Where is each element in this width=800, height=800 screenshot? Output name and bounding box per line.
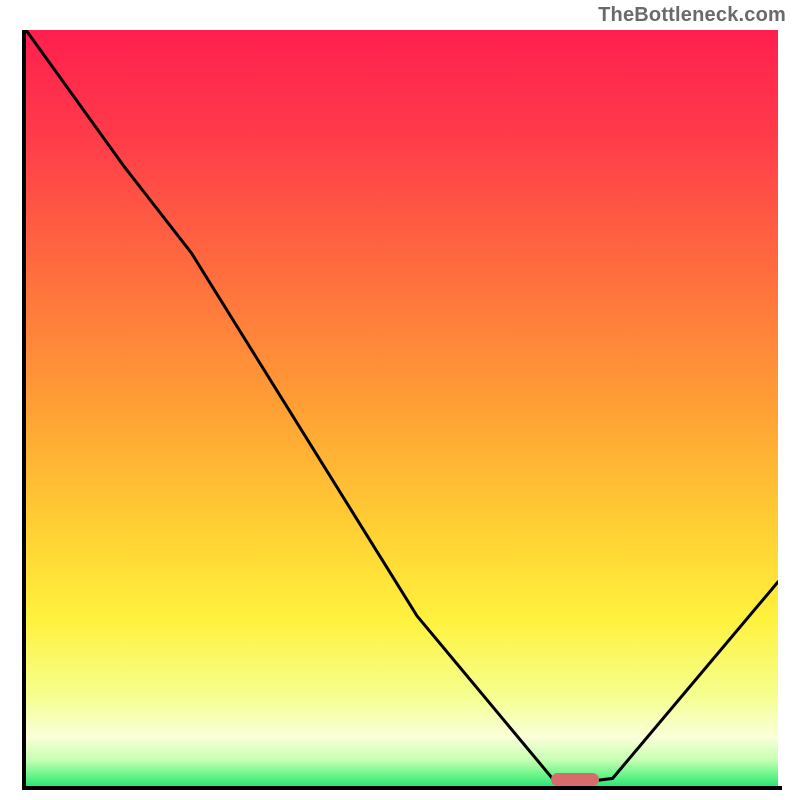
- watermark-label: TheBottleneck.com: [598, 4, 786, 27]
- optimal-range-marker: [551, 773, 600, 786]
- chart-curve: [26, 30, 778, 786]
- chart-plot-area: [26, 30, 778, 786]
